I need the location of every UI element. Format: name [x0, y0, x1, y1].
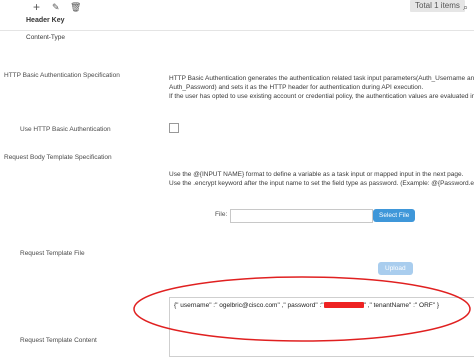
- redacted-password: [323, 302, 364, 309]
- template-file-label: Request Template File: [20, 250, 85, 257]
- body-template-section-label: Request Body Template Specification: [4, 154, 112, 161]
- body-template-help: Use the @{INPUT NAME} format to define a…: [169, 171, 474, 187]
- table-cell-header-key[interactable]: Content-Type: [26, 33, 65, 42]
- template-content-text: {" username" :" ogelbric@cisco.com" ," p…: [174, 302, 440, 309]
- use-basic-auth-label: Use HTTP Basic Authentication: [20, 126, 111, 133]
- file-label: File:: [215, 211, 228, 218]
- use-basic-auth-checkbox[interactable]: [169, 123, 179, 133]
- total-items-badge: Total 1 items: [410, 0, 465, 12]
- template-content-textarea[interactable]: {" username" :" ogelbric@cisco.com" ," p…: [169, 297, 474, 357]
- header-key-column[interactable]: Header Key: [26, 17, 65, 24]
- upload-button[interactable]: Upload: [378, 262, 413, 275]
- select-file-button[interactable]: Select File: [373, 209, 416, 222]
- template-content-label: Request Template Content: [20, 337, 97, 344]
- basic-auth-description: HTTP Basic Authentication generates the …: [169, 75, 474, 100]
- basic-auth-section-label: HTTP Basic Authentication Specification: [4, 72, 120, 79]
- file-path-input[interactable]: [230, 209, 373, 223]
- table-header-row: Header Key: [0, 12, 474, 31]
